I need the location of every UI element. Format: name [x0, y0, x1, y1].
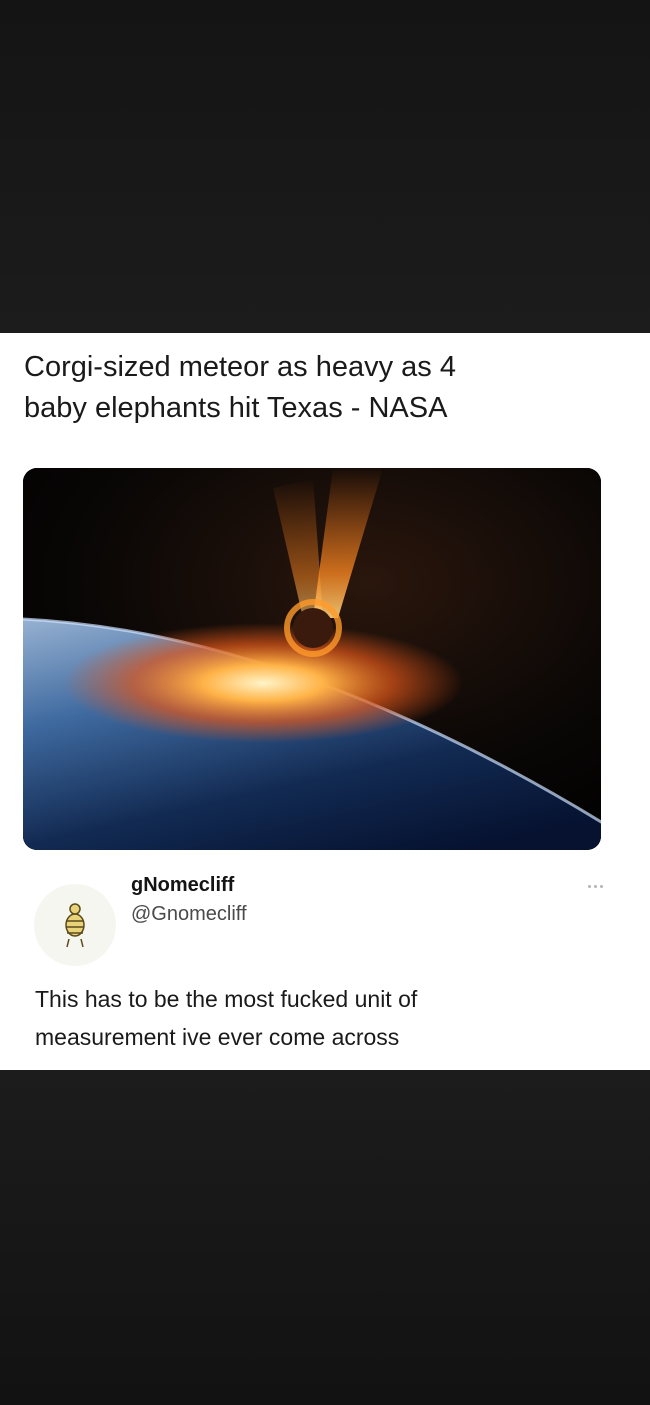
post-card: Corgi-sized meteor as heavy as 4 baby ele…	[0, 333, 650, 1070]
more-options-icon[interactable]	[588, 880, 614, 892]
handle[interactable]: @Gnomecliff	[131, 903, 247, 926]
headline-line-1: Corgi-sized meteor as heavy as 4	[24, 351, 456, 383]
tweet-text: This has to be the most fucked unit of me…	[35, 980, 595, 1056]
avatar[interactable]	[34, 884, 116, 966]
headline: Corgi-sized meteor as heavy as 4 baby ele…	[24, 347, 624, 429]
dot-icon	[600, 884, 603, 888]
meteor-illustration	[23, 468, 601, 850]
gnome-avatar-icon	[65, 903, 85, 948]
tweet-text-line-2: measurement ive ever come across	[35, 1024, 400, 1050]
display-name[interactable]: gNomecliff	[131, 874, 234, 897]
meteor-image[interactable]	[23, 468, 601, 850]
dot-icon	[588, 884, 591, 888]
tweet-text-line-1: This has to be the most fucked unit of	[35, 986, 418, 1012]
bottom-dark-band	[0, 1070, 650, 1405]
tweet-card: gNomecliff @Gnomecliff This has to be th…	[0, 858, 650, 1070]
top-dark-band	[0, 0, 650, 333]
headline-line-2: baby elephants hit Texas - NASA	[24, 392, 448, 424]
dot-icon	[594, 884, 597, 888]
